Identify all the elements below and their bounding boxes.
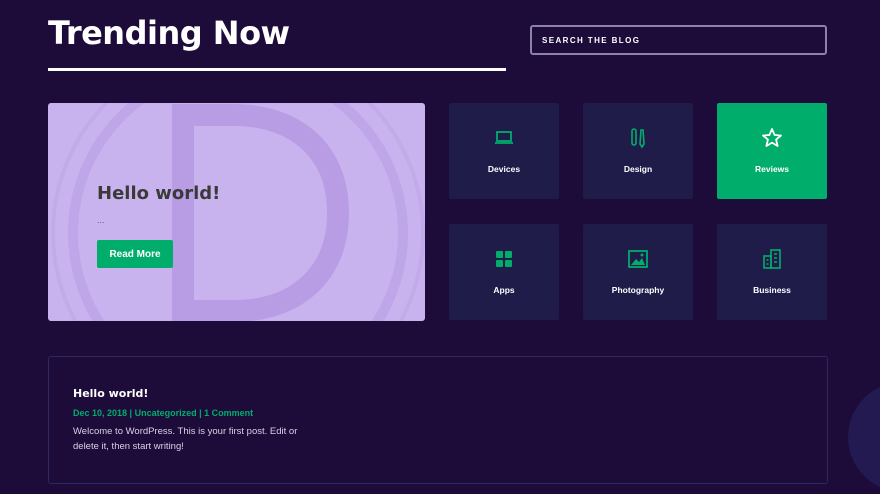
page: Trending Now Hello world! ... Read More … [0, 0, 880, 494]
category-tile-devices[interactable]: Devices [449, 103, 559, 199]
title-underline [48, 68, 506, 71]
category-label: Design [623, 164, 653, 174]
post-date: Dec 10, 2018 [73, 408, 128, 418]
hero-excerpt: ... [97, 215, 105, 225]
category-label: Apps [493, 285, 515, 295]
buildings-icon [763, 249, 781, 269]
category-label: Photography [611, 285, 665, 295]
image-icon [628, 250, 648, 268]
read-more-button[interactable]: Read More [97, 240, 173, 268]
page-title: Trending Now [48, 14, 290, 52]
category-tile-apps[interactable]: Apps [449, 224, 559, 320]
post-card: Hello world! Dec 10, 2018 | Uncategorize… [48, 356, 828, 484]
search-input[interactable] [530, 25, 827, 55]
pencils-icon [631, 128, 645, 149]
category-tile-photography[interactable]: Photography [583, 224, 693, 320]
category-tile-design[interactable]: Design [583, 103, 693, 199]
post-excerpt: Welcome to WordPress. This is your first… [73, 426, 298, 452]
category-tile-business[interactable]: Business [717, 224, 827, 320]
grid-icon [496, 251, 512, 267]
decorative-circle [848, 382, 880, 492]
star-icon [762, 128, 782, 147]
hero-card[interactable]: Hello world! ... Read More [48, 103, 425, 321]
post-title[interactable]: Hello world! [73, 387, 148, 400]
category-label: Business [753, 285, 791, 295]
category-label: Reviews [754, 164, 790, 174]
post-comments-link[interactable]: 1 Comment [204, 408, 253, 418]
post-meta: Dec 10, 2018 | Uncategorized | 1 Comment [73, 408, 253, 418]
meta-separator: | [196, 408, 205, 418]
post-category-link[interactable]: Uncategorized [135, 408, 197, 418]
laptop-icon [495, 131, 513, 144]
meta-separator: | [127, 408, 135, 418]
category-tile-reviews[interactable]: Reviews [717, 103, 827, 199]
category-label: Devices [487, 164, 521, 174]
hero-title[interactable]: Hello world! [97, 183, 220, 204]
hero-watermark-letter [51, 103, 425, 321]
